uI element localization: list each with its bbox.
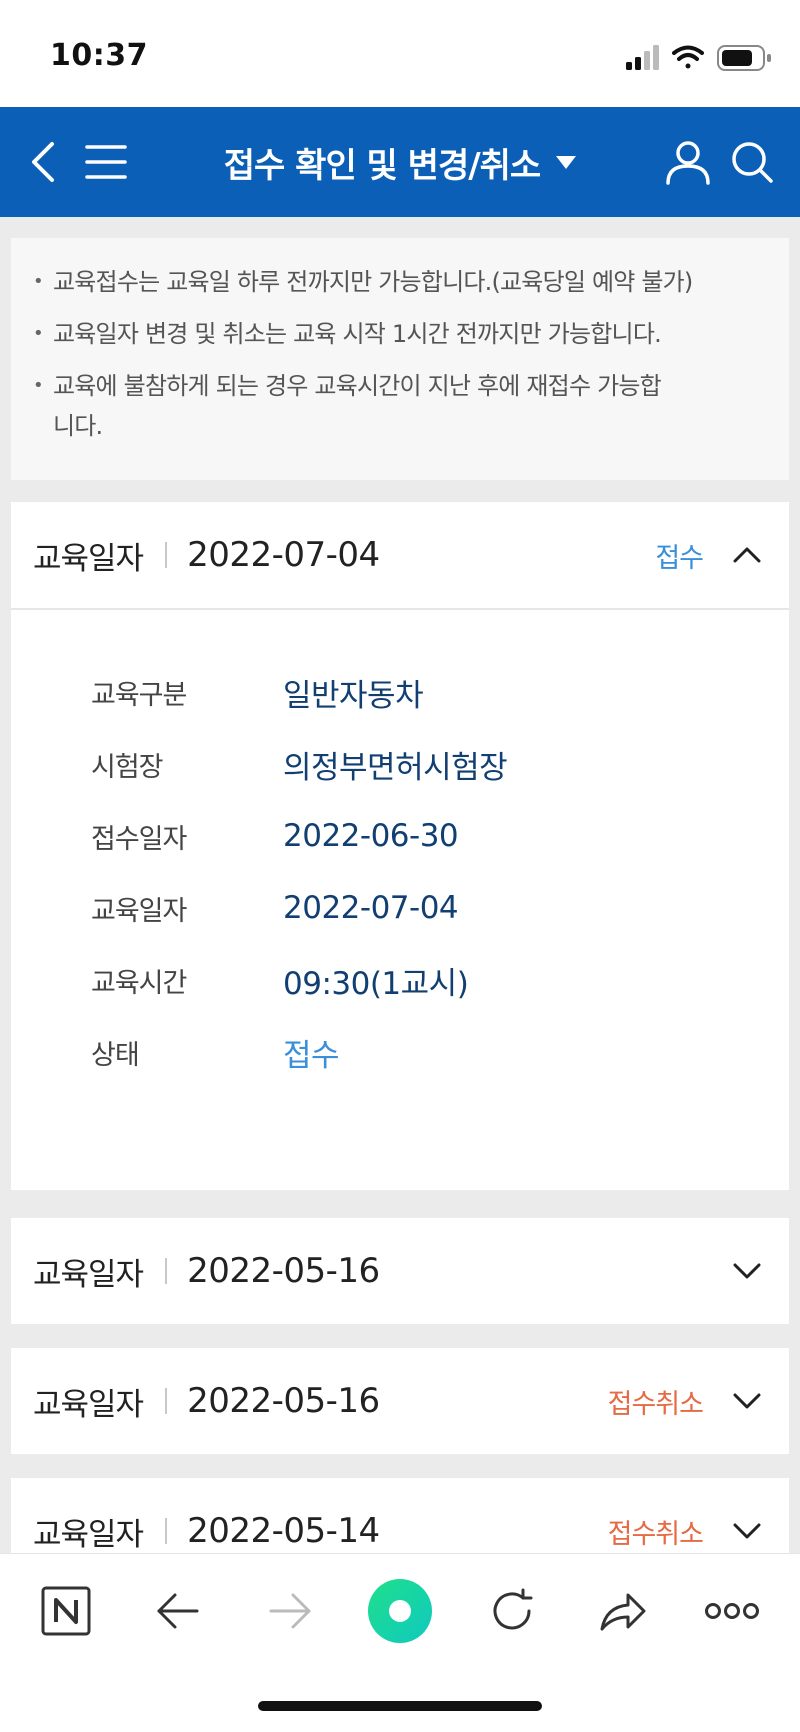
more-button[interactable] (697, 1576, 767, 1646)
chevron-down-icon[interactable] (729, 1253, 765, 1289)
card-header[interactable]: 교육일자 2022-05-16 (11, 1218, 789, 1324)
card-separator (165, 1518, 168, 1544)
card-header[interactable]: 교육일자 2022-05-16 접수취소 (11, 1348, 789, 1454)
card-date: 2022-07-04 (187, 535, 380, 575)
detail-value: 09:30(1교시) (283, 965, 469, 1002)
card-date: 2022-05-14 (187, 1511, 380, 1551)
chevron-up-icon[interactable] (729, 537, 765, 573)
forward-nav-button[interactable] (255, 1576, 325, 1646)
card-label: 교육일자 (33, 540, 144, 577)
back-nav-button[interactable] (143, 1576, 213, 1646)
refresh-icon (493, 1588, 533, 1630)
share-button[interactable] (588, 1576, 658, 1646)
detail-value: 접수 (283, 1037, 340, 1074)
naver-home-button[interactable] (31, 1576, 101, 1646)
card-details: 교육구분 일반자동차 시험장 의정부면허시험장 접수일자 2022-06-30 … (11, 610, 789, 1190)
detail-key: 접수일자 (91, 823, 187, 855)
detail-row: 접수일자 2022-06-30 (91, 800, 789, 872)
detail-value: 의정부면허시험장 (283, 749, 508, 786)
wifi-icon (672, 45, 704, 69)
reservation-card: 교육일자 2022-07-04 접수 교육구분 일반자동차 시험장 의정부면허시… (11, 502, 789, 1190)
forward-arrow-icon (269, 1593, 311, 1629)
card-separator (165, 1258, 168, 1284)
naver-n-icon (41, 1586, 91, 1636)
detail-row: 교육일자 2022-07-04 (91, 872, 789, 944)
card-label: 교육일자 (33, 1386, 144, 1423)
home-indicator (258, 1701, 542, 1711)
account-button[interactable] (660, 134, 716, 190)
notice-item: 교육일자 변경 및 취소는 교육 시작 1시간 전까지만 가능합니다. (33, 314, 769, 354)
green-dot-button[interactable] (365, 1576, 435, 1646)
caret-down-icon (556, 155, 577, 169)
card-label: 교육일자 (33, 1256, 144, 1293)
status-bar: 10:37 (0, 0, 800, 107)
detail-row: 교육구분 일반자동차 (91, 656, 789, 728)
notice-item: 교육접수는 교육일 하루 전까지만 가능합니다.(교육당일 예약 불가) (33, 262, 769, 302)
card-separator (165, 1388, 168, 1414)
chevron-down-icon[interactable] (729, 1513, 765, 1549)
chevron-down-icon[interactable] (729, 1383, 765, 1419)
status-icons (626, 44, 776, 72)
notice-box: 교육접수는 교육일 하루 전까지만 가능합니다.(교육당일 예약 불가) 교육일… (11, 238, 789, 480)
detail-value: 2022-07-04 (283, 890, 459, 926)
more-icon (705, 1603, 759, 1619)
card-date: 2022-05-16 (187, 1251, 380, 1291)
card-separator (165, 542, 168, 568)
user-icon (666, 141, 710, 185)
green-dot-icon (368, 1579, 432, 1643)
card-label: 교육일자 (33, 1516, 144, 1553)
nav-bar: 접수 확인 및 변경/취소 (0, 107, 800, 217)
status-badge: 접수취소 (607, 1388, 704, 1420)
detail-row: 교육시간 09:30(1교시) (91, 944, 789, 1016)
battery-icon (717, 45, 771, 71)
detail-key: 교육일자 (91, 895, 187, 927)
status-badge: 접수 (655, 542, 704, 574)
refresh-button[interactable] (477, 1576, 547, 1646)
card-header[interactable]: 교육일자 2022-07-04 접수 (11, 502, 789, 608)
detail-key: 교육시간 (91, 967, 187, 999)
back-arrow-icon (157, 1593, 199, 1629)
card-date: 2022-05-16 (187, 1381, 380, 1421)
detail-key: 시험장 (91, 751, 164, 783)
share-icon (600, 1593, 646, 1631)
reservation-card: 교육일자 2022-05-16 (11, 1218, 789, 1324)
browser-toolbar (0, 1553, 800, 1732)
page-title: 접수 확인 및 변경/취소 (223, 145, 541, 186)
detail-key: 상태 (91, 1039, 140, 1071)
detail-value: 일반자동차 (283, 677, 424, 714)
detail-row: 상태 접수 (91, 1016, 789, 1088)
detail-value: 2022-06-30 (283, 818, 459, 854)
cellular-signal-icon (626, 45, 659, 70)
detail-row: 시험장 의정부면허시험장 (91, 728, 789, 800)
notice-item: 교육에 불참하게 되는 경우 교육시간이 지난 후에 재접수 가능합니다. (33, 366, 673, 446)
search-icon (732, 142, 773, 183)
reservation-card: 교육일자 2022-05-16 접수취소 (11, 1348, 789, 1454)
search-button[interactable] (724, 134, 780, 190)
detail-key: 교육구분 (91, 679, 187, 711)
status-time: 10:37 (50, 38, 148, 73)
